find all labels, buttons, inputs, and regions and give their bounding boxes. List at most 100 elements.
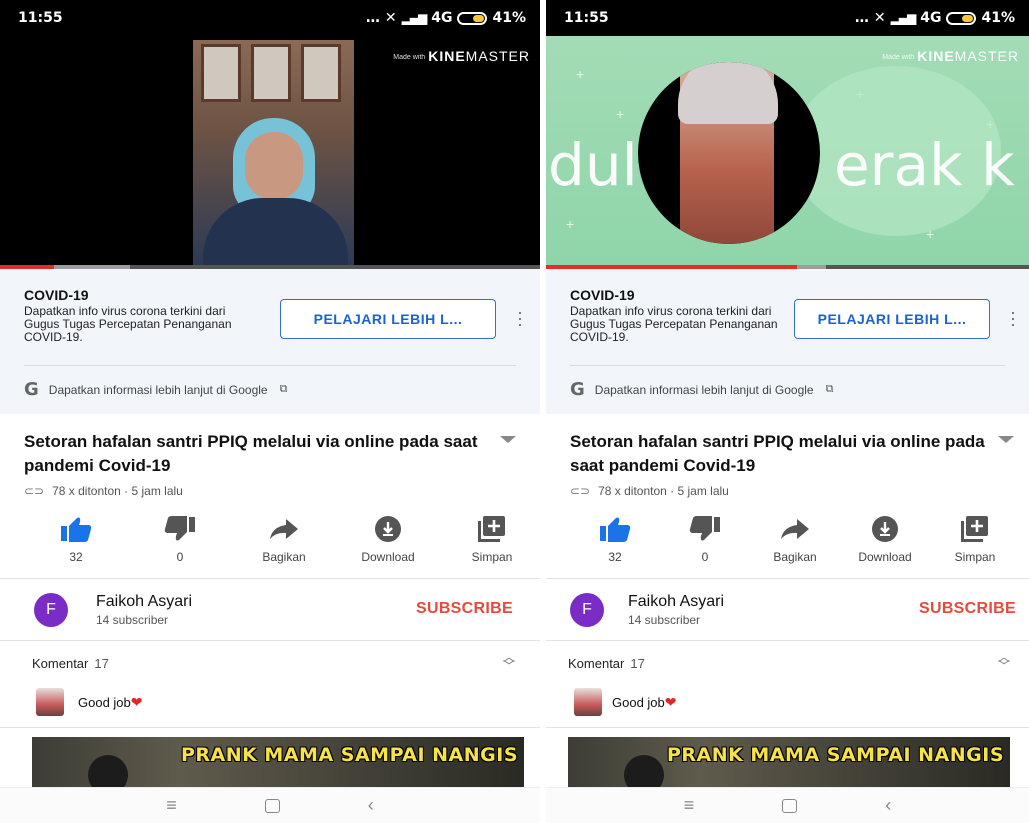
divider (546, 727, 1029, 728)
expand-description-icon[interactable] (500, 436, 516, 443)
menu-nav-icon[interactable]: ≡ (684, 795, 695, 816)
expand-description-icon[interactable] (998, 436, 1014, 443)
share-icon (779, 512, 811, 546)
battery-level: 41% (981, 10, 1015, 26)
kinemaster-watermark: Made with KINEMASTER (882, 48, 1019, 64)
dislike-button[interactable]: 0 (660, 512, 750, 564)
download-icon (374, 512, 402, 546)
signal-icon: ▂▄▆ (890, 11, 917, 25)
expand-comments-icon[interactable]: ︿ ﹀ (503, 651, 515, 672)
more-vert-icon[interactable]: · · · (517, 303, 523, 333)
learn-more-button[interactable]: PELAJARI LEBIH L... (794, 299, 990, 339)
save-label: Simpan (471, 550, 513, 564)
save-button[interactable]: Simpan (440, 512, 540, 564)
body-shape (203, 198, 348, 269)
subscriber-count: 14 subscriber (96, 613, 169, 627)
download-button[interactable]: Download (336, 512, 440, 564)
like-button[interactable]: 32 (570, 512, 660, 564)
comments-header[interactable]: Komentar 17 (568, 656, 645, 671)
subscribe-button[interactable]: SUBSCRIBE (919, 600, 1016, 618)
learn-more-button[interactable]: PELAJARI LEBIH L... (280, 299, 496, 339)
google-icon: G (570, 379, 585, 400)
subscriber-count: 14 subscriber (628, 613, 701, 627)
comments-label: Komentar (32, 656, 89, 671)
thumbs-down-icon (163, 512, 197, 546)
window-image (301, 44, 341, 102)
video-player[interactable]: + + + + + + dul erak k Made withKINEMAST… (546, 36, 1029, 269)
network-type: 4G (431, 10, 453, 26)
view-count-age: 78 x ditonton · 5 jam lalu (52, 484, 183, 498)
comments-label: Komentar (568, 656, 625, 671)
channel-name[interactable]: Faikoh Asyari (96, 593, 192, 611)
sparkle-decoration: + (566, 216, 575, 232)
download-label: Download (361, 550, 415, 564)
subscribe-button[interactable]: SUBSCRIBE (416, 600, 513, 618)
channel-name[interactable]: Faikoh Asyari (628, 593, 724, 611)
covid-info-panel: COVID-19 Dapatkan info virus corona terk… (546, 269, 1029, 414)
ad-title: COVID-19 (24, 287, 89, 303)
share-button[interactable]: Bagikan (232, 512, 336, 564)
download-button[interactable]: Download (840, 512, 930, 564)
open-external-icon: ⧉ (279, 383, 288, 395)
battery-icon (457, 11, 488, 25)
download-icon (871, 512, 899, 546)
divider (0, 727, 540, 728)
more-vert-icon[interactable]: · · · (1010, 303, 1016, 333)
share-label: Bagikan (773, 550, 817, 564)
more-notifications-icon: … (365, 10, 380, 26)
phone-screen-right: 11:55 … ✕ ▂▄▆ 4G 41% + + + + + + dul era… (546, 0, 1029, 823)
phone-screen-left: 11:55 … ✕ ▂▄▆ 4G 41% Made with KINEMASTER (0, 0, 540, 823)
status-bar: 11:55 … ✕ ▂▄▆ 4G 41% (546, 0, 1029, 36)
status-time: 11:55 (564, 10, 609, 26)
home-nav-icon[interactable] (264, 798, 280, 813)
next-video-thumbnail[interactable]: PRANK MAMA SAMPAI NANGIS (32, 737, 524, 787)
android-nav-bar: ≡ ‹ (546, 787, 1029, 823)
video-player[interactable]: Made with KINEMASTER (0, 36, 540, 269)
add-to-playlist-icon (477, 512, 507, 546)
ad-description: Dapatkan info virus corona terkini dari … (24, 304, 232, 344)
window-image (251, 44, 291, 102)
video-circle-frame (638, 62, 820, 244)
battery-icon (946, 11, 977, 25)
video-meta: ⊂⊃ 78 x ditonton · 5 jam lalu (570, 484, 729, 498)
divider (546, 640, 1029, 641)
thumbnail-person-image (88, 755, 128, 787)
top-comment: Good job❤ (78, 694, 143, 710)
channel-avatar[interactable]: F (34, 593, 68, 627)
network-type: 4G (920, 10, 942, 26)
status-bar: 11:55 … ✕ ▂▄▆ 4G 41% (0, 0, 540, 36)
channel-avatar[interactable]: F (570, 593, 604, 627)
window-image (201, 44, 241, 102)
dislike-button[interactable]: 0 (128, 512, 232, 564)
sparkle-decoration: + (576, 66, 585, 82)
like-button[interactable]: 32 (24, 512, 128, 564)
google-info-link[interactable]: G Dapatkan informasi lebih lanjut di Goo… (24, 379, 287, 400)
more-notifications-icon: … (854, 10, 869, 26)
thumbs-down-icon (688, 512, 722, 546)
kinemaster-watermark: Made with KINEMASTER (393, 48, 530, 64)
video-overlay-text: erak k (834, 131, 1015, 199)
share-icon (268, 512, 300, 546)
save-button[interactable]: Simpan (930, 512, 1020, 564)
next-video-thumbnail[interactable]: PRANK MAMA SAMPAI NANGIS (568, 737, 1010, 787)
save-label: Simpan (954, 550, 996, 564)
covid-info-panel: COVID-19 Dapatkan info virus corona terk… (0, 269, 540, 414)
back-nav-icon[interactable]: ‹ (368, 795, 374, 816)
android-nav-bar: ≡ ‹ (0, 787, 540, 823)
commenter-avatar (574, 688, 602, 716)
heart-icon: ❤ (130, 694, 143, 710)
battery-level: 41% (492, 10, 526, 26)
menu-nav-icon[interactable]: ≡ (166, 795, 177, 816)
video-meta: ⊂⊃ 78 x ditonton · 5 jam lalu (24, 484, 183, 498)
action-bar: 32 0 Bagikan Download Simpan (570, 512, 1020, 564)
google-icon: G (24, 379, 39, 400)
google-info-link[interactable]: G Dapatkan informasi lebih lanjut di Goo… (570, 379, 833, 400)
comments-header[interactable]: Komentar 17 (32, 656, 109, 671)
view-count-age: 78 x ditonton · 5 jam lalu (598, 484, 729, 498)
home-nav-icon[interactable] (782, 798, 798, 813)
divider (0, 578, 540, 579)
back-nav-icon[interactable]: ‹ (885, 795, 891, 816)
expand-comments-icon[interactable]: ︿ ﹀ (998, 651, 1010, 672)
share-label: Bagikan (262, 550, 306, 564)
share-button[interactable]: Bagikan (750, 512, 840, 564)
